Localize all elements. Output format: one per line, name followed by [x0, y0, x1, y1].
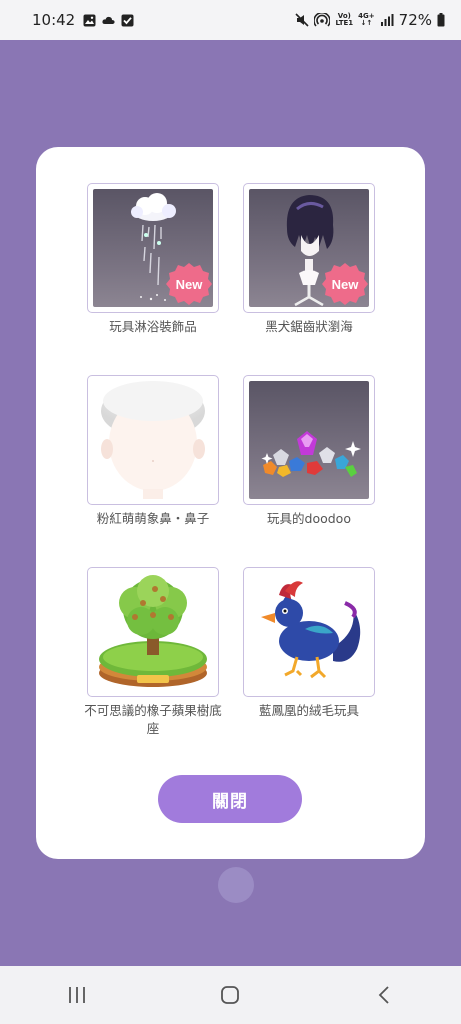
- item-label: 黑犬鋸齒狀瀏海: [265, 319, 353, 334]
- volte-indicator: Vo) LTE1: [335, 12, 354, 27]
- svg-text:New: New: [332, 277, 360, 292]
- rain-cloud-shower-icon: New: [93, 189, 213, 307]
- back-button[interactable]: [364, 975, 404, 1015]
- signal-icon: [380, 14, 394, 26]
- checkbox-icon: [121, 14, 134, 26]
- close-button[interactable]: 關閉: [158, 775, 302, 823]
- reward-item-shower[interactable]: New 玩具淋浴裝飾品: [87, 183, 219, 336]
- status-time: 10:42: [32, 11, 76, 29]
- acorn-tree-base-icon: [93, 573, 213, 691]
- gem-pile-icon: [249, 381, 369, 499]
- blue-phoenix-plush-icon: [249, 573, 369, 691]
- hotspot-icon: [314, 13, 331, 27]
- item-thumbnail: [87, 567, 219, 697]
- item-thumbnail: [243, 567, 375, 697]
- new-badge: New: [322, 263, 368, 305]
- reward-item-elephant-nose[interactable]: 粉紅萌萌象鼻・鼻子: [87, 375, 219, 528]
- black-hair-wig-icon: New: [249, 189, 369, 307]
- recent-apps-button[interactable]: [57, 975, 97, 1015]
- reward-item-hair[interactable]: New 黑犬鋸齒狀瀏海: [243, 183, 375, 336]
- item-thumbnail: [243, 375, 375, 505]
- reward-item-blue-phoenix[interactable]: 藍鳳凰的絨毛玩具: [243, 567, 375, 720]
- battery-percent: 72%: [398, 11, 432, 29]
- image-icon: [83, 14, 96, 26]
- item-thumbnail: [87, 375, 219, 505]
- battery-icon: [437, 13, 445, 27]
- reward-dialog: New 玩具淋浴裝飾品 New 黑犬鋸齒狀瀏海 粉紅萌萌象鼻・鼻子 玩具的doo…: [36, 147, 425, 859]
- mute-icon: [295, 13, 310, 27]
- svg-text:New: New: [176, 277, 204, 292]
- item-thumbnail: New: [243, 183, 375, 313]
- system-nav-bar: [0, 966, 461, 1024]
- status-bar: 10:42 Vo) LTE1 4G+ ↓↑ 72%: [0, 0, 461, 40]
- item-label: 不可思議的橡子蘋果樹底座: [84, 703, 222, 736]
- home-icon: [221, 986, 240, 1004]
- reward-item-acorn-tree[interactable]: 不可思議的橡子蘋果樹底座: [84, 567, 222, 738]
- cloud-icon: [102, 16, 115, 24]
- recent-apps-icon: [68, 987, 85, 1003]
- item-thumbnail: New: [87, 183, 219, 313]
- item-label: 藍鳳凰的絨毛玩具: [258, 703, 359, 718]
- reward-item-doodoo[interactable]: 玩具的doodoo: [243, 375, 375, 528]
- item-label: 玩具淋浴裝飾品: [109, 319, 197, 334]
- data-indicator: 4G+ ↓↑: [358, 12, 375, 27]
- item-label: 粉紅萌萌象鼻・鼻子: [96, 511, 210, 526]
- item-label: 玩具的doodoo: [267, 511, 351, 526]
- new-badge: New: [166, 263, 212, 305]
- pink-elephant-nose-icon: [93, 381, 213, 499]
- background-indicator-dot: [218, 867, 254, 903]
- back-icon: [378, 986, 389, 1004]
- home-button[interactable]: [210, 975, 250, 1015]
